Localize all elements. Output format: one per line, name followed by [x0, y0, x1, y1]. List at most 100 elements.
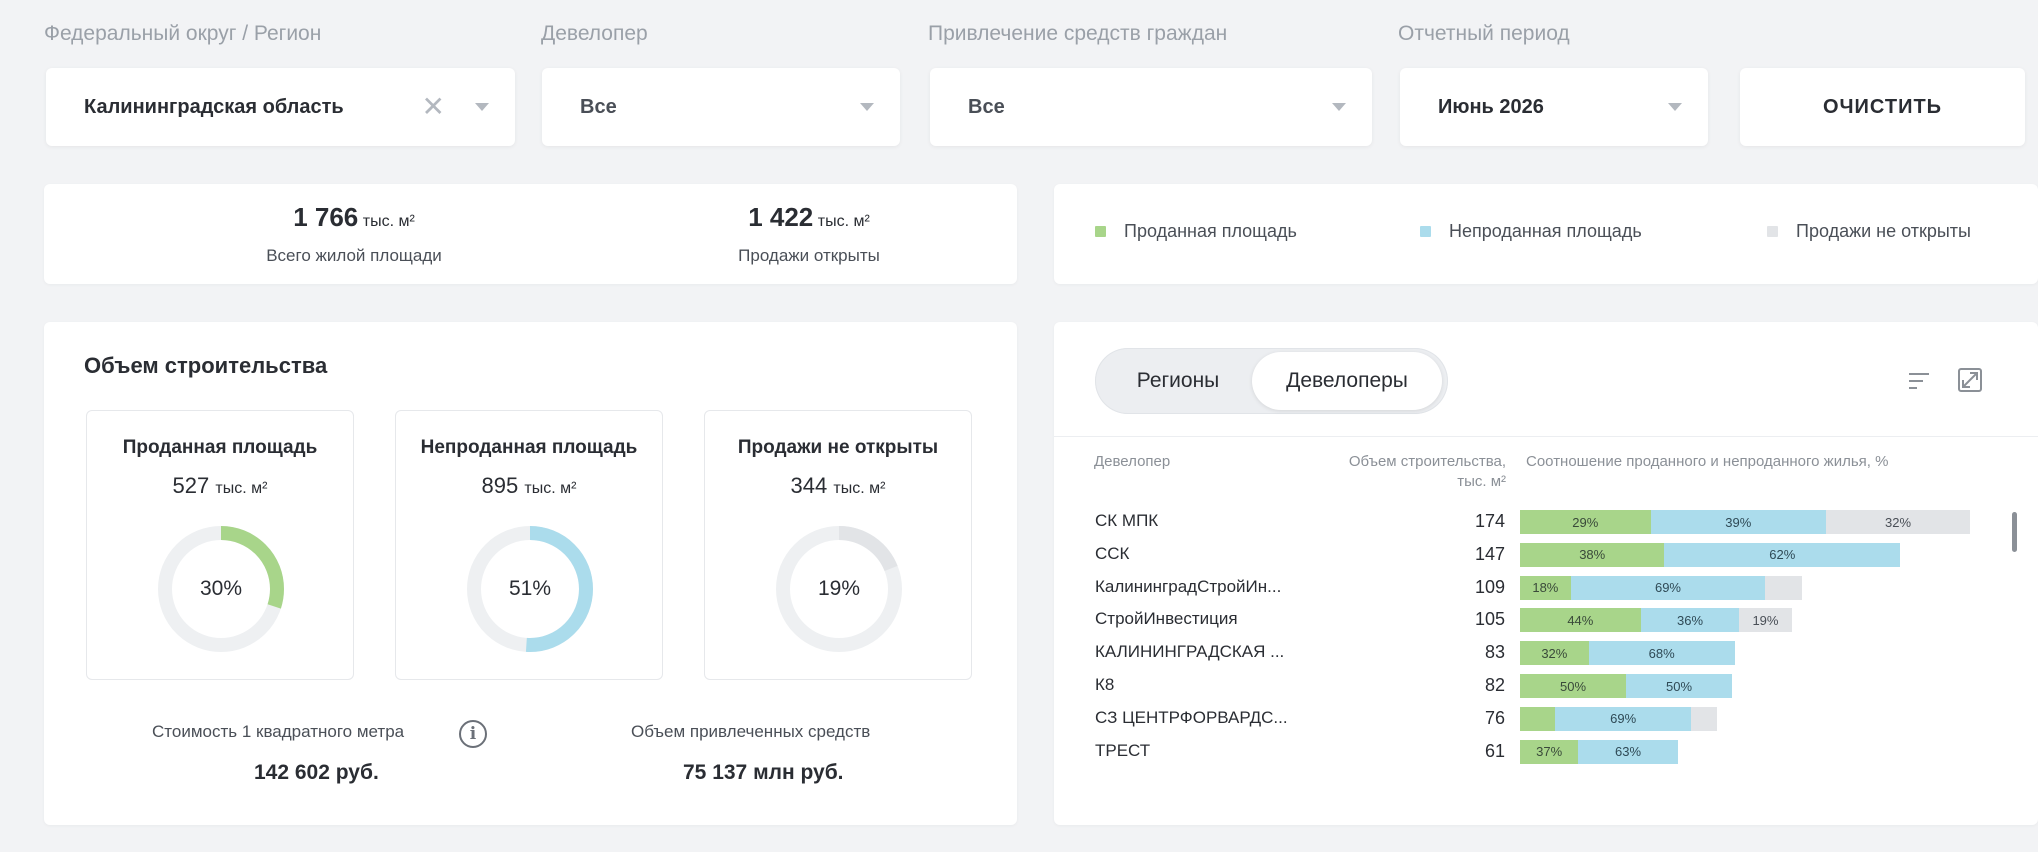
sold-area-card: Проданная площадь 527 тыс. м² 30%: [86, 410, 354, 680]
ratio-bar: 69%: [1520, 706, 1717, 731]
closed-segment: [1690, 706, 1717, 731]
construction-volume: 82: [1484, 675, 1505, 695]
legend-unsold-label: Непроданная площадь: [1449, 221, 1642, 241]
table-row[interactable]: СК МПК 174 29% 39% 32%: [1093, 508, 2013, 536]
closed-sales-percent: 19%: [817, 577, 861, 600]
table-row[interactable]: ТРЕСТ 61 37% 63%: [1093, 738, 2013, 766]
table-scrollbar[interactable]: [2012, 512, 2017, 552]
unsold-segment: 69%: [1570, 575, 1766, 600]
period-filter-label: Отчетный период: [1398, 22, 1570, 45]
period-select[interactable]: Июнь 2026: [1400, 68, 1708, 146]
ratio-bar: 44% 36% 19%: [1520, 608, 1792, 633]
ratio-bar: 38% 62%: [1520, 542, 1901, 567]
open-sales-value: 1 422: [748, 202, 814, 232]
sold-area-title: Проданная площадь: [122, 437, 318, 458]
view-toggle: Регионы Девелоперы: [1095, 348, 1448, 414]
sold-segment: 44%: [1520, 608, 1641, 633]
closed-segment: [1765, 575, 1802, 600]
construction-volume: 61: [1484, 740, 1505, 761]
total-area-value: 1 766: [293, 202, 359, 232]
chevron-down-icon: [860, 103, 874, 111]
summary-card: 1 766 тыс. м² Всего жилой площади 1 422 …: [44, 184, 1017, 284]
sold-segment: 29%: [1520, 510, 1651, 534]
funds-filter-label: Привлечение средств граждан: [928, 22, 1228, 45]
construction-volume: 105: [1474, 609, 1505, 630]
ratio-bar: 29% 39% 32%: [1520, 510, 1970, 534]
unsold-segment: 39%: [1650, 510, 1826, 534]
open-sales-caption: Продажи открыты: [738, 246, 880, 265]
unsold-segment: 68%: [1588, 641, 1735, 666]
open-sales-unit: тыс. м²: [817, 213, 870, 230]
table-row[interactable]: КалининградСтройИн... 109 18% 69%: [1093, 574, 2013, 602]
unsold-area-value: 895 тыс. м²: [396, 473, 662, 499]
unsold-segment: 62%: [1664, 542, 1901, 567]
developer-select[interactable]: Все: [542, 68, 900, 146]
tab-developers[interactable]: Девелоперы: [1252, 352, 1442, 410]
legend-unsold: Непроданная площадь: [1420, 221, 1642, 242]
total-area-caption: Всего жилой площади: [266, 246, 442, 265]
unsold-swatch: [1420, 226, 1431, 237]
legend-closed-label: Продажи не открыты: [1796, 221, 1971, 241]
sold-area-unit: тыс. м²: [215, 480, 268, 497]
raised-funds-value: 75 137 млн руб.: [683, 761, 844, 784]
info-icon[interactable]: i: [459, 720, 487, 748]
closed-sales-value: 344 тыс. м²: [705, 473, 971, 499]
sort-icon[interactable]: [1906, 368, 1932, 394]
closed-swatch: [1767, 226, 1778, 237]
unsold-segment: 36%: [1640, 608, 1740, 633]
chevron-down-icon: [475, 103, 489, 111]
legend-sold: Проданная площадь: [1095, 221, 1297, 242]
funds-select[interactable]: Все: [930, 68, 1372, 146]
sold-area-value: 527 тыс. м²: [87, 473, 353, 499]
unsold-area-title: Непроданная площадь: [420, 437, 638, 458]
column-header-developer: Девелопер: [1094, 453, 1171, 470]
column-header-volume: Объем строительства, тыс. м²: [1290, 452, 1506, 492]
total-area-unit: тыс. м²: [362, 213, 415, 230]
unsold-segment: 50%: [1626, 674, 1733, 698]
expand-icon[interactable]: [1956, 366, 1984, 394]
closed-sales-number: 344: [790, 473, 828, 498]
table-row[interactable]: ССК 147 38% 62%: [1093, 541, 2013, 569]
tab-regions[interactable]: Регионы: [1103, 352, 1253, 410]
table-row[interactable]: СЗ ЦЕНТРФОРВАРДС... 76 69%: [1093, 705, 2013, 733]
construction-volume-title: Объем строительства: [84, 353, 328, 378]
open-sales-stat: 1 422 тыс. м²: [599, 202, 1019, 233]
ratio-bar: 32% 68%: [1520, 641, 1735, 666]
chevron-down-icon: [1668, 103, 1682, 111]
closed-segment: 32%: [1826, 510, 1970, 534]
price-per-sqm-value: 142 602 руб.: [254, 761, 379, 784]
construction-volume: 109: [1474, 576, 1505, 597]
closed-segment: 19%: [1739, 608, 1792, 633]
sold-area-percent: 30%: [199, 577, 243, 600]
total-area-stat: 1 766 тыс. м²: [144, 202, 564, 233]
construction-volume: 147: [1474, 543, 1505, 564]
closed-sales-unit: тыс. м²: [833, 480, 886, 497]
sold-segment: 38%: [1520, 542, 1665, 567]
chevron-down-icon: [1332, 103, 1346, 111]
developer-filter-label: Девелопер: [541, 22, 648, 45]
price-per-sqm-caption: Стоимость 1 квадратного метра: [152, 722, 405, 741]
column-header-volume-line2: тыс. м²: [1457, 473, 1506, 490]
closed-sales-title: Продажи не открыты: [737, 437, 939, 458]
clear-filters-button[interactable]: ОЧИСТИТЬ: [1740, 68, 2025, 146]
region-select-value: Калининградская область: [84, 95, 344, 118]
unsold-segment: 63%: [1578, 739, 1678, 764]
sold-segment: 32%: [1520, 641, 1589, 666]
developer-select-value: Все: [580, 95, 617, 118]
clear-region-icon[interactable]: ✕: [422, 93, 445, 121]
region-select[interactable]: Калининградская область ✕: [46, 68, 515, 146]
closed-sales-card: Продажи не открыты 344 тыс. м² 19%: [704, 410, 972, 680]
unsold-area-number: 895: [481, 473, 519, 498]
region-filter-label: Федеральный округ / Регион: [44, 22, 322, 45]
table-row[interactable]: КАЛИНИНГРАДСКАЯ ... 83 32% 68%: [1093, 639, 2013, 667]
legend-sold-label: Проданная площадь: [1124, 221, 1297, 241]
period-select-value: Июнь 2026: [1438, 95, 1544, 118]
ratio-bar: 37% 63%: [1520, 739, 1678, 764]
table-row[interactable]: СтройИнвестиция 105 44% 36% 19%: [1093, 606, 2013, 634]
unsold-segment: 69%: [1555, 706, 1691, 731]
unsold-area-percent: 51%: [508, 577, 552, 600]
table-row[interactable]: К8 82 50% 50%: [1093, 672, 2013, 700]
column-header-ratio: Соотношение проданного и непроданного жи…: [1526, 453, 1889, 470]
funds-select-value: Все: [968, 95, 1005, 118]
table-card-divider: [1054, 436, 2038, 437]
